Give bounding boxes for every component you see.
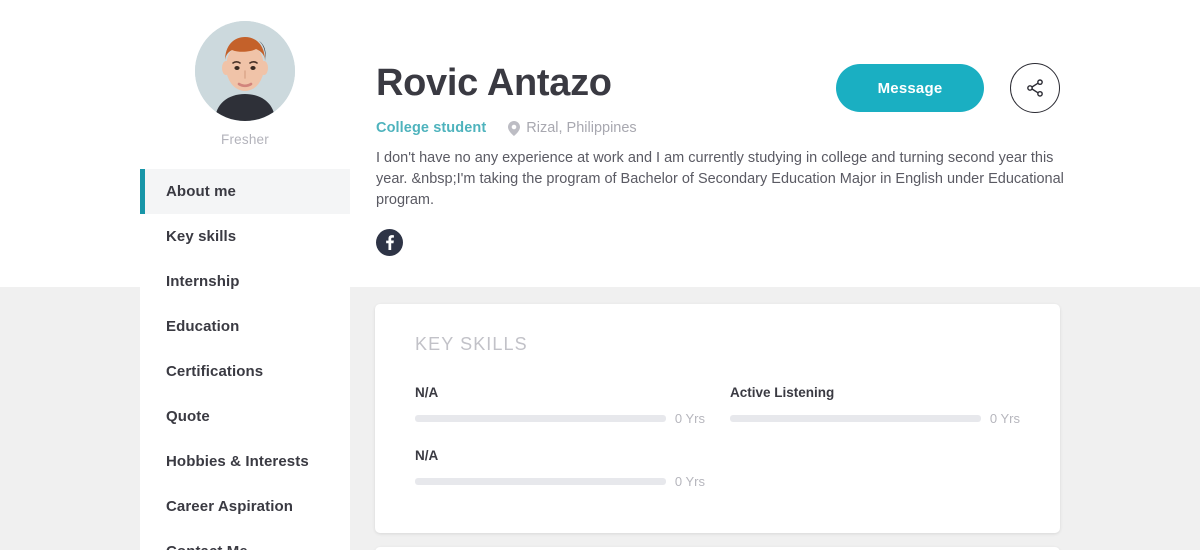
profile-subtitle: College student Rizal, Philippines: [376, 120, 637, 136]
sidebar-item-label: Internship: [166, 273, 240, 290]
profile-role: College student: [376, 120, 487, 136]
sidebar-item-label: Contact Me: [166, 543, 248, 550]
skill-item: N/A 0 Yrs: [415, 448, 705, 489]
sidebar: Fresher About me Key skills Internship E…: [140, 0, 350, 550]
skill-years: 0 Yrs: [989, 411, 1020, 426]
share-button[interactable]: [1010, 63, 1060, 113]
sidebar-item-education[interactable]: Education: [140, 304, 350, 349]
sidebar-item-key-skills[interactable]: Key skills: [140, 214, 350, 259]
profile-actions: Message: [836, 63, 1060, 113]
sidebar-item-contact-me[interactable]: Contact Me: [140, 529, 350, 550]
profile-bio: I don't have no any experience at work a…: [376, 150, 1064, 208]
skill-progress-bar: [415, 415, 666, 422]
sidebar-item-label: Quote: [166, 408, 210, 425]
location-pin-icon: [508, 120, 521, 136]
message-button[interactable]: Message: [836, 64, 984, 112]
profile-location: Rizal, Philippines: [526, 120, 637, 136]
skill-progress-bar: [415, 478, 666, 485]
key-skills-title: KEY SKILLS: [415, 334, 528, 354]
sidebar-item-certifications[interactable]: Certifications: [140, 349, 350, 394]
sidebar-nav: About me Key skills Internship Education…: [140, 169, 350, 550]
profile-summary: Fresher: [140, 0, 350, 147]
sidebar-item-label: Key skills: [166, 228, 237, 245]
sidebar-item-quote[interactable]: Quote: [140, 394, 350, 439]
key-skills-list: N/A 0 Yrs Active Listening 0 Yrs N/A 0 Y…: [415, 385, 1020, 489]
page-title: Rovic Antazo: [376, 62, 612, 104]
skill-name: N/A: [415, 448, 439, 463]
skill-years: 0 Yrs: [674, 411, 705, 426]
key-skills-card: KEY SKILLS N/A 0 Yrs Active Listening 0 …: [375, 304, 1060, 533]
skill-item: N/A 0 Yrs: [415, 385, 705, 426]
sidebar-item-label: Career Aspiration: [166, 498, 294, 515]
skill-name: N/A: [415, 385, 439, 400]
sidebar-item-hobbies-interests[interactable]: Hobbies & Interests: [140, 439, 350, 484]
sidebar-item-label: Education: [166, 318, 240, 335]
sidebar-item-label: About me: [166, 183, 236, 200]
sidebar-item-label: Hobbies & Interests: [166, 453, 309, 470]
profile-page: Fresher About me Key skills Internship E…: [0, 0, 1200, 550]
sidebar-item-label: Certifications: [166, 363, 264, 380]
avatar: [195, 21, 295, 121]
sidebar-item-career-aspiration[interactable]: Career Aspiration: [140, 484, 350, 529]
skill-name: Active Listening: [730, 385, 835, 400]
skill-progress-bar: [730, 415, 981, 422]
profile-header: Rovic Antazo College student Rizal, Phil…: [350, 0, 1200, 287]
facebook-icon[interactable]: [376, 229, 403, 256]
experience-badge: Fresher: [221, 132, 269, 147]
skill-years: 0 Yrs: [674, 474, 705, 489]
main-content: KEY SKILLS N/A 0 Yrs Active Listening 0 …: [375, 304, 1060, 550]
share-icon: [1027, 79, 1043, 97]
sidebar-item-about-me[interactable]: About me: [140, 169, 350, 214]
social-links: [376, 229, 403, 256]
skill-item: Active Listening 0 Yrs: [730, 385, 1020, 426]
sidebar-item-internship[interactable]: Internship: [140, 259, 350, 304]
